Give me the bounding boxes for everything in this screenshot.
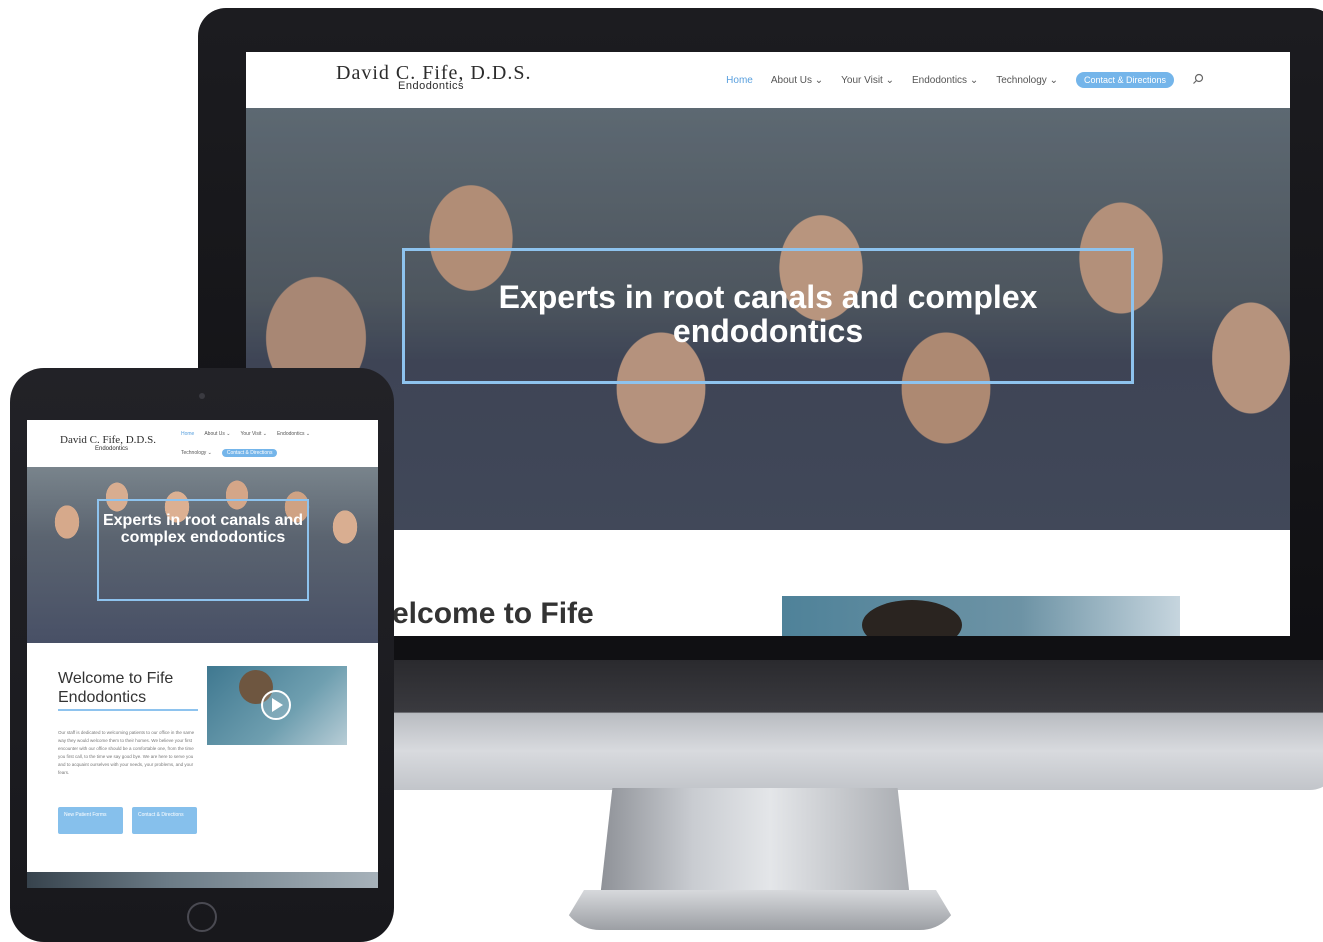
nav-your-visit[interactable]: Your Visit ⌄ <box>841 75 894 86</box>
tablet-screen: David C. Fife, D.D.S. Endodontics Home A… <box>27 420 378 888</box>
tablet-hero-title: Experts in root canals and complex endod… <box>102 512 304 546</box>
nav-home[interactable]: Home <box>726 75 753 86</box>
desktop-logo-subtitle: Endodontics <box>398 80 465 92</box>
tablet-welcome-heading: Welcome to Fife Endodontics <box>58 670 174 706</box>
play-triangle <box>272 698 283 712</box>
tablet-nav-endodontics[interactable]: Endodontics ⌄ <box>277 431 310 437</box>
new-patient-forms-button[interactable]: New Patient Forms <box>58 807 123 834</box>
tablet-nav-contact-button[interactable]: Contact & Directions <box>221 449 278 457</box>
tablet-nav-technology[interactable]: Technology ⌄ <box>181 450 212 456</box>
nav-technology[interactable]: Technology ⌄ <box>996 75 1058 86</box>
tablet-nav-about-us[interactable]: About Us ⌄ <box>204 431 230 437</box>
tablet-nav-row2: Technology ⌄ Contact & Directions <box>181 449 278 457</box>
imac-base <box>560 890 960 930</box>
tablet-nav-row1: Home About Us ⌄ Your Visit ⌄ Endodontics… <box>181 431 310 437</box>
tablet-next-section-image <box>27 872 378 888</box>
nav-about-us[interactable]: About Us ⌄ <box>771 75 823 86</box>
home-button-icon <box>187 902 217 932</box>
desktop-screen: David C. Fife, D.D.S. Endodontics Home A… <box>246 52 1290 636</box>
camera-icon <box>199 393 205 399</box>
desktop-hero-image: Experts in root canals and complex endod… <box>246 108 1290 530</box>
nav-contact-button[interactable]: Contact & Directions <box>1075 72 1174 88</box>
tablet-body-text: Our staff is dedicated to welcoming pati… <box>58 730 195 775</box>
desktop-nav: Home About Us ⌄ Your Visit ⌄ Endodontics… <box>726 72 1204 88</box>
tablet-logo-subtitle: Endodontics <box>95 446 129 452</box>
nav-endodontics[interactable]: Endodontics ⌄ <box>912 75 978 86</box>
desktop-video-thumbnail[interactable] <box>782 596 1180 636</box>
desktop-header: David C. Fife, D.D.S. Endodontics Home A… <box>246 52 1290 108</box>
hero-title: Experts in root canals and complex endod… <box>498 279 1038 349</box>
contact-directions-button[interactable]: Contact & Directions <box>132 807 197 834</box>
heading-underline <box>58 709 198 711</box>
desktop-welcome-heading: elcome to Fife <box>392 597 594 630</box>
imac-stand <box>600 788 910 898</box>
tablet-nav-home[interactable]: Home <box>181 431 194 437</box>
tablet-logo[interactable]: David C. Fife, D.D.S. <box>60 434 156 446</box>
search-icon[interactable] <box>1192 73 1204 88</box>
tablet-nav-your-visit[interactable]: Your Visit ⌄ <box>241 431 267 437</box>
